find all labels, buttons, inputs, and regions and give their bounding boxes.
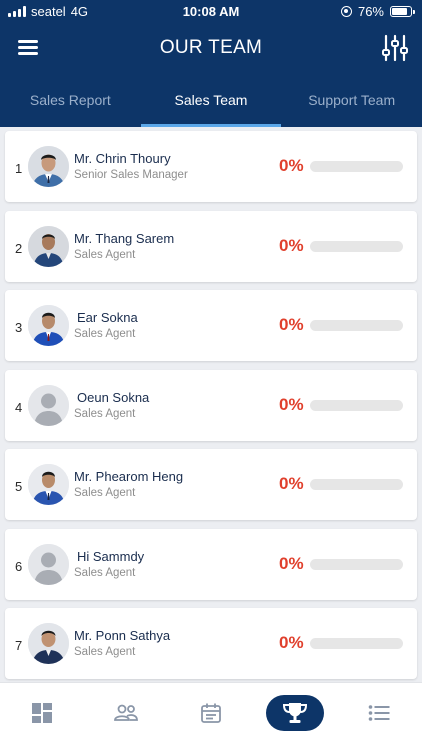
team-member-list[interactable]: 1 Mr. Chrin Thoury Senior Sales Manager … — [0, 127, 422, 682]
progress-bar — [310, 638, 403, 649]
progress-percent: 0% — [279, 156, 304, 175]
team-tabs: Sales Report Sales Team Support Team — [0, 76, 422, 127]
progress-bar — [310, 161, 403, 172]
calendar-icon[interactable] — [190, 695, 232, 731]
rank-number: 5 — [15, 479, 23, 494]
avatar — [28, 305, 69, 346]
progress-percent: 0% — [279, 315, 304, 334]
list-item[interactable]: 3 Ear Sokna Sales Agent 0% — [5, 290, 417, 361]
tab-sales-team[interactable]: Sales Team — [140, 76, 282, 127]
progress-bar — [310, 479, 403, 490]
member-name: Mr. Phearom Heng — [74, 469, 184, 484]
status-right: 76% — [340, 4, 415, 19]
list-item[interactable]: 1 Mr. Chrin Thoury Senior Sales Manager … — [5, 131, 417, 202]
rank-number: 4 — [15, 400, 23, 415]
member-name: Mr. Chrin Thoury — [74, 151, 171, 166]
member-name: Ear Sokna — [77, 310, 138, 325]
avatar-placeholder-icon — [28, 385, 69, 426]
member-role: Sales Agent — [74, 408, 136, 420]
progress-bar — [310, 559, 403, 570]
member-role: Sales Agent — [74, 328, 136, 340]
tab-support-team[interactable]: Support Team — [281, 76, 422, 127]
avatar-placeholder-icon — [28, 544, 69, 585]
app-header: OUR TEAM — [0, 22, 422, 76]
bottom-nav — [0, 682, 422, 750]
list-item[interactable]: 6 Hi Sammdy Sales Agent 0% — [5, 529, 417, 600]
progress-percent: 0% — [279, 236, 304, 255]
avatar — [28, 146, 69, 187]
rank-number: 7 — [15, 638, 23, 653]
progress-percent: 0% — [279, 395, 304, 414]
member-name: Hi Sammdy — [77, 549, 145, 564]
list-item[interactable]: 4 Oeun Sokna Sales Agent 0% — [5, 370, 417, 441]
progress-bar — [310, 320, 403, 331]
progress-bar — [310, 400, 403, 411]
team-icon[interactable] — [105, 695, 147, 731]
progress-bar — [310, 241, 403, 252]
page-title: OUR TEAM — [159, 37, 263, 58]
progress-percent: 0% — [279, 633, 304, 652]
member-role: Sales Agent — [74, 249, 136, 261]
avatar — [28, 226, 69, 267]
rank-number: 2 — [15, 241, 23, 256]
rank-number: 1 — [15, 161, 23, 176]
list-item[interactable]: 7 Mr. Ponn Sathya Sales Agent 0% — [5, 608, 417, 679]
sliders-icon[interactable] — [382, 34, 408, 62]
trophy-icon[interactable] — [266, 695, 324, 731]
member-name: Mr. Ponn Sathya — [74, 628, 171, 643]
rank-number: 3 — [15, 320, 23, 335]
avatar — [28, 464, 69, 505]
status-bar: seatel 4G 10:08 AM 76% — [0, 0, 422, 22]
progress-percent: 0% — [279, 474, 304, 493]
member-role: Sales Agent — [74, 487, 136, 499]
member-role: Sales Agent — [74, 646, 136, 658]
rotation-lock-icon — [340, 6, 352, 17]
rank-number: 6 — [15, 559, 23, 574]
member-role: Sales Agent — [74, 567, 136, 579]
member-role: Senior Sales Manager — [74, 169, 188, 181]
list-item[interactable]: 2 Mr. Thang Sarem Sales Agent 0% — [5, 211, 417, 282]
list-icon[interactable] — [358, 695, 400, 731]
list-item[interactable]: 5 Mr. Phearom Heng Sales Agent 0% — [5, 449, 417, 520]
battery-percent: 76% — [357, 4, 384, 19]
battery-icon — [390, 6, 415, 17]
dashboard-icon[interactable] — [21, 695, 63, 731]
avatar — [28, 623, 69, 664]
member-name: Mr. Thang Sarem — [74, 231, 175, 246]
member-name: Oeun Sokna — [77, 390, 150, 405]
progress-percent: 0% — [279, 554, 304, 573]
tab-sales-report[interactable]: Sales Report — [0, 76, 141, 127]
